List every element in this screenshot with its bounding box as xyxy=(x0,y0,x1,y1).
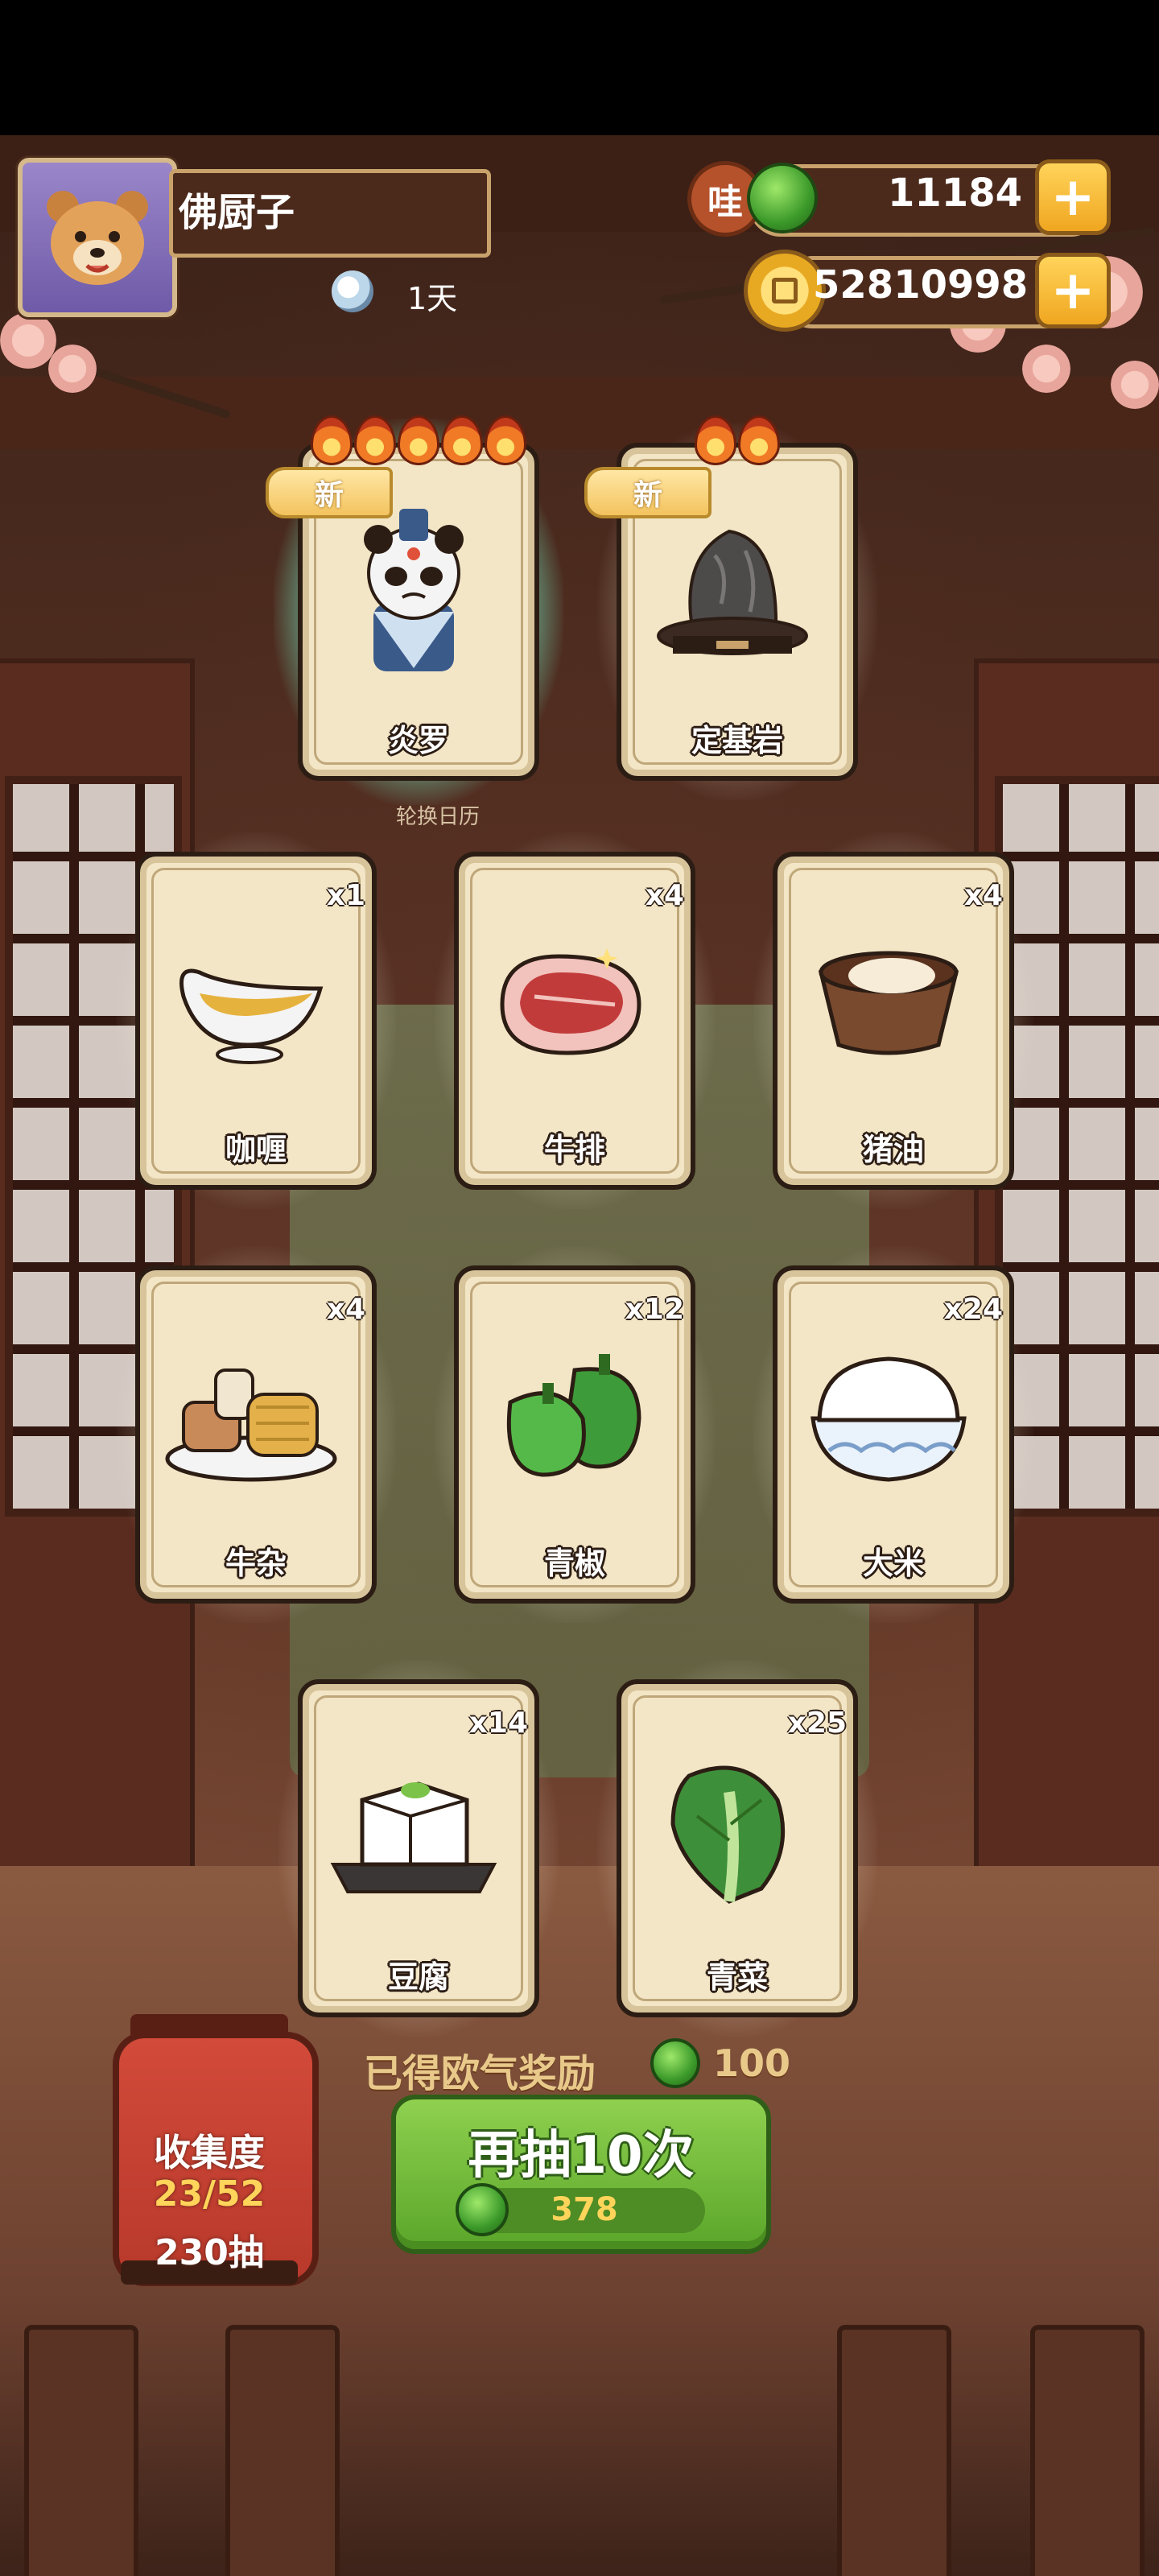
fence-post xyxy=(837,2325,951,2576)
lintel xyxy=(0,377,1159,449)
card-name: 猪油 xyxy=(862,1132,924,1167)
card-count: x4 xyxy=(963,879,1003,912)
blossom-flower xyxy=(48,345,97,393)
panda-lord-icon xyxy=(364,509,464,671)
card-count: x12 xyxy=(625,1293,684,1326)
draw-ten-button[interactable]: 再抽10次 378 xyxy=(391,2095,771,2254)
jade-value: 11184 xyxy=(888,171,1022,216)
flame-rating xyxy=(298,415,539,465)
ingredient-card[interactable]: x4 牛杂 xyxy=(116,1246,396,1623)
fence-post xyxy=(24,2325,138,2576)
ingredient-card[interactable]: x14 豆腐 xyxy=(278,1660,559,2037)
card-count: x4 xyxy=(326,1293,365,1326)
new-tag: 新 xyxy=(584,467,711,518)
flame-icon xyxy=(311,415,353,465)
ingredient-card[interactable]: x4 猪油 xyxy=(753,832,1033,1209)
rice-bowl-icon xyxy=(810,1356,967,1482)
collection-title: 收集度 xyxy=(154,2131,265,2174)
draw-ten-label: 再抽10次 xyxy=(468,2126,695,2186)
day-globe-icon xyxy=(332,270,373,312)
card-name: 大米 xyxy=(862,1546,924,1581)
reward-label: 已得欧气奖励 xyxy=(364,2051,596,2096)
blossom-flower xyxy=(1111,361,1159,409)
card-name: 青椒 xyxy=(543,1546,605,1581)
beef-offal-icon xyxy=(165,1368,337,1482)
rotation-calendar-label: 轮换日历 xyxy=(396,805,481,829)
card-name: 牛排 xyxy=(543,1132,605,1167)
flame-icon xyxy=(485,415,526,465)
new-tag: 新 xyxy=(266,467,393,518)
card-count: x25 xyxy=(787,1707,847,1740)
ingredient-card[interactable]: x25 青菜 xyxy=(597,1660,877,2037)
flame-icon xyxy=(738,415,780,465)
card-name: 青菜 xyxy=(706,1959,768,1995)
featured-card-dingjiyan[interactable]: 新 定基岩 xyxy=(584,415,877,800)
curry-gravy-boat-icon xyxy=(179,968,324,1064)
collection-draws: 230抽 xyxy=(155,2232,264,2273)
ingredient-card[interactable]: x24 大米 xyxy=(753,1246,1033,1623)
player-name: 佛厨子 xyxy=(179,190,295,235)
blossom-flower xyxy=(1022,345,1070,393)
flame-icon xyxy=(398,415,439,465)
add-coins-button[interactable]: + xyxy=(1035,253,1111,328)
day-counter: 1天 xyxy=(407,281,458,316)
ingredient-card[interactable]: x12 青椒 xyxy=(435,1246,715,1623)
coin-value: 52810998 xyxy=(813,262,1029,308)
add-jade-button[interactable]: + xyxy=(1035,159,1111,235)
card-name: 定基岩 xyxy=(691,723,783,758)
flame-rating xyxy=(617,415,858,465)
ingredient-card[interactable]: x1 咖喱 xyxy=(116,832,396,1209)
steak-icon xyxy=(500,948,641,1055)
card-name: 炎罗 xyxy=(387,723,449,758)
blossom-flower xyxy=(0,312,56,369)
flame-icon xyxy=(441,415,483,465)
card-count: x1 xyxy=(326,879,365,912)
card-count: x14 xyxy=(468,1707,528,1740)
flame-icon xyxy=(354,415,396,465)
card-count: x24 xyxy=(943,1293,1003,1326)
jade-coin-icon xyxy=(650,2038,700,2088)
green-pepper-icon xyxy=(506,1354,641,1477)
reward-value: 100 xyxy=(713,2041,791,2085)
bok-choy-icon xyxy=(670,1765,786,1904)
collection-progress: 23/52 xyxy=(153,2174,266,2215)
rock-on-stand-icon xyxy=(657,529,808,655)
player-avatar[interactable] xyxy=(18,158,177,317)
fence-post xyxy=(225,2325,340,2576)
tofu-icon xyxy=(330,1781,497,1893)
lard-bowl-icon xyxy=(818,951,959,1055)
flame-icon xyxy=(695,415,736,465)
bear-chef-icon xyxy=(47,191,148,285)
card-name: 牛杂 xyxy=(225,1546,287,1581)
ingredient-card[interactable]: x4 牛排 xyxy=(435,832,715,1209)
fence-post xyxy=(1030,2325,1145,2576)
jade-coin-icon xyxy=(456,2183,509,2236)
card-name: 咖喱 xyxy=(225,1132,287,1167)
featured-card-yanluo[interactable]: 新 炎罗 xyxy=(266,415,563,805)
card-count: x4 xyxy=(645,879,684,912)
card-name: 豆腐 xyxy=(387,1959,449,1995)
